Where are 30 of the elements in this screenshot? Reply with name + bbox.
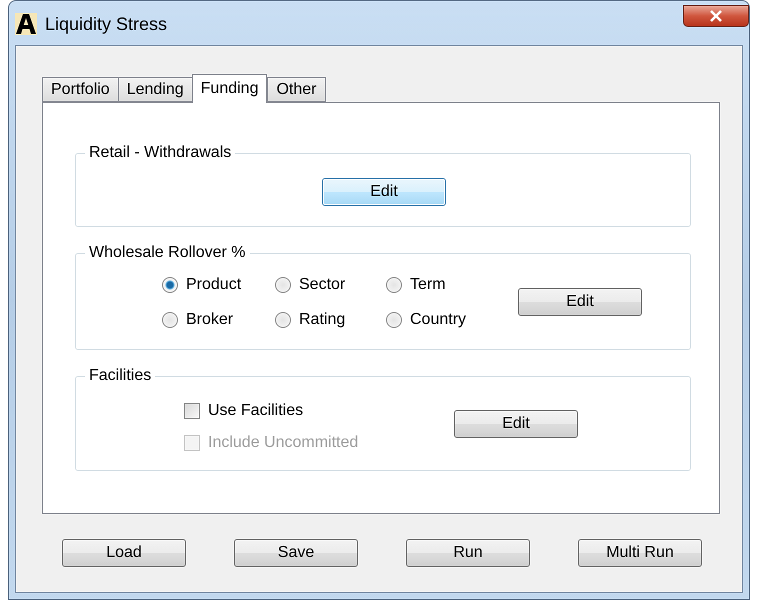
radio-label: Broker: [186, 311, 234, 329]
radio-button[interactable]: [162, 312, 178, 328]
radio-label: Term: [410, 276, 446, 294]
tab[interactable]: Lending: [118, 77, 193, 102]
edit-button[interactable]: Edit: [322, 178, 446, 206]
edit-button[interactable]: Edit: [454, 410, 578, 438]
tab[interactable]: Other: [267, 77, 326, 102]
radio-button[interactable]: [162, 277, 178, 293]
radio-button[interactable]: [275, 312, 291, 328]
dialog-button[interactable]: Run: [406, 539, 530, 567]
dialog-button[interactable]: Load: [62, 539, 186, 567]
radio-button[interactable]: [275, 277, 291, 293]
edit-button[interactable]: Edit: [518, 288, 642, 316]
checkbox-label: Include Uncommitted: [208, 434, 358, 452]
tab[interactable]: Portfolio: [42, 77, 119, 102]
radio-label: Country: [410, 311, 466, 329]
close-button[interactable]: [683, 5, 749, 27]
tab[interactable]: Funding: [192, 74, 268, 103]
checkbox-label: Use Facilities: [208, 402, 304, 420]
dialog-button[interactable]: Save: [234, 539, 358, 567]
checkbox[interactable]: [184, 403, 200, 419]
radio-button[interactable]: [386, 277, 402, 293]
window-title: Liquidity Stress: [45, 14, 168, 34]
app-logo-icon: [15, 13, 37, 35]
close-icon: [709, 10, 723, 22]
radio-label: Product: [186, 276, 242, 294]
radio-button[interactable]: [386, 312, 402, 328]
radio-label: Rating: [299, 311, 346, 329]
dialog-button[interactable]: Multi Run: [578, 539, 702, 567]
radio-label: Sector: [299, 276, 346, 294]
